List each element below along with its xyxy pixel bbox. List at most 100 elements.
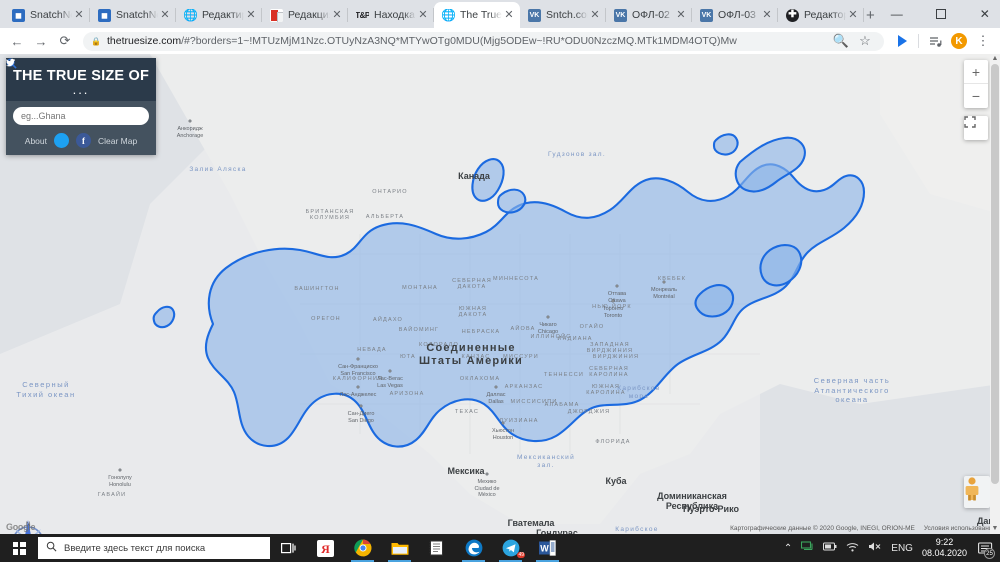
reload-button[interactable]: ⟳	[54, 30, 76, 52]
tab-close-icon[interactable]: ✕	[330, 8, 344, 22]
task-view-icon[interactable]	[270, 534, 307, 562]
tab-close-icon[interactable]: ✕	[158, 8, 172, 22]
browser-tab[interactable]: 🌐 Редактир ✕	[176, 2, 262, 28]
bookmark-star-icon[interactable]: ☆	[854, 32, 876, 51]
browser-tab[interactable]: VK Sntch.com ✕	[520, 2, 606, 28]
back-button[interactable]: ←	[6, 30, 28, 52]
map-canvas[interactable]: N Северный Тихий океан Северная часть Атл…	[0, 54, 1000, 534]
vk-icon: VK	[700, 8, 713, 22]
tab-title: SnatchNe	[30, 9, 72, 21]
tab-title: SnatchNe	[116, 9, 158, 21]
yandex-browser-icon[interactable]: Я	[307, 534, 344, 562]
tab-title: Находка	[374, 9, 415, 21]
taskbar-clock[interactable]: 9:22 08.04.2020	[922, 537, 967, 559]
notification-count: 25	[984, 548, 995, 559]
zoom-out-button[interactable]: −	[964, 84, 988, 108]
widget-search-area	[6, 58, 156, 131]
notepad-icon[interactable]	[418, 534, 455, 562]
city-dot	[118, 468, 122, 472]
file-explorer-icon[interactable]	[381, 534, 418, 562]
twitter-icon[interactable]	[6, 58, 69, 148]
tab-close-icon[interactable]: ✕	[760, 8, 774, 22]
widget-ellipsis: ...	[72, 82, 90, 97]
address-bar[interactable]: 🔒 thetruesize.com/#?borders=1~!MTUzMjM1N…	[83, 31, 884, 51]
tab-close-icon[interactable]: ✕	[846, 8, 860, 22]
wifi-icon[interactable]	[846, 542, 859, 555]
tab-close-icon[interactable]: ✕	[72, 8, 86, 22]
browser-tab-active[interactable]: 🌐 The True ✕	[434, 2, 520, 28]
scroll-down-arrow[interactable]: ▼	[990, 524, 1000, 534]
tab-close-icon[interactable]: ✕	[674, 8, 688, 22]
microsoft-edge-icon[interactable]	[455, 534, 492, 562]
tnp-icon: T&P	[356, 10, 369, 20]
volume-muted-icon[interactable]	[868, 541, 882, 555]
tab-close-icon[interactable]: ✕	[502, 8, 516, 22]
browser-tab[interactable]: ◼ SnatchNe ✕	[90, 2, 176, 28]
browser-tab[interactable]: T&P Находка ✕	[348, 2, 434, 28]
street-view-pegman-icon[interactable]	[964, 476, 990, 508]
zoom-in-button[interactable]: +	[964, 60, 988, 84]
language-indicator[interactable]: ENG	[891, 543, 913, 554]
browser-tab[interactable]: VK ОФЛ-02 ✕	[606, 2, 692, 28]
play-icon[interactable]	[891, 30, 913, 52]
page-scrollbar[interactable]: ▲ ▼	[990, 54, 1000, 534]
telegram-badge: 49	[517, 552, 525, 558]
browser-window: ◼ SnatchNe ✕ ◼ SnatchNe ✕ 🌐 Редактир ✕ Р…	[0, 0, 1000, 534]
scroll-up-arrow[interactable]: ▲	[990, 54, 1000, 64]
country-search-field[interactable]	[6, 58, 149, 125]
new-tab-button[interactable]: +	[866, 2, 875, 28]
forward-button[interactable]: →	[30, 30, 52, 52]
facebook-icon[interactable]: f	[76, 133, 91, 148]
reading-list-icon[interactable]	[924, 30, 946, 52]
navigation-toolbar: ← → ⟳ 🔒 thetruesize.com/#?borders=1~!MTU…	[0, 28, 1000, 54]
tab-close-icon[interactable]: ✕	[588, 8, 602, 22]
tray-chevron-up-icon[interactable]: ⌃	[784, 543, 792, 554]
system-tray: ⌃ ENG 9:22 08.04.2020 25	[784, 537, 1000, 559]
fullscreen-button[interactable]	[964, 116, 988, 140]
windows-start-icon[interactable]	[0, 534, 38, 562]
clear-map-link[interactable]: Clear Map	[98, 136, 137, 146]
taskbar-app-icons: Я 49 W	[307, 534, 566, 562]
about-link[interactable]: About	[25, 136, 47, 146]
telegram-icon[interactable]: 49	[492, 534, 529, 562]
svg-text:W: W	[540, 544, 549, 554]
vk-icon: VK	[528, 8, 541, 22]
google-chrome-icon[interactable]	[344, 534, 381, 562]
city-dot	[188, 119, 192, 123]
avatar-initial: K	[951, 33, 967, 49]
svg-text:Я: Я	[321, 542, 330, 556]
network-icon[interactable]	[801, 541, 814, 555]
maximize-button[interactable]	[919, 0, 963, 28]
notification-center-icon[interactable]: 25	[976, 539, 995, 559]
tab-close-icon[interactable]: ✕	[416, 8, 430, 22]
scrollbar-thumb[interactable]	[991, 64, 999, 484]
browser-tab[interactable]: VK ОФЛ-03 ✕	[692, 2, 778, 28]
city-dot	[356, 357, 360, 361]
attribution-text: Картографические данные © 2020 Google, I…	[730, 525, 915, 532]
search-icon[interactable]: 🔍	[830, 32, 852, 51]
battery-icon[interactable]	[823, 542, 837, 554]
snatch-icon: ◼	[98, 8, 111, 22]
globe-icon: 🌐	[442, 8, 455, 22]
close-button[interactable]: ✕	[963, 0, 1000, 28]
city-dot	[662, 280, 666, 284]
minimize-button[interactable]: —	[875, 0, 919, 28]
browser-tab[interactable]: ✚ Редактор ✕	[778, 2, 864, 28]
microsoft-word-icon[interactable]: W	[529, 534, 566, 562]
terms-link[interactable]: Условия использования	[924, 525, 996, 532]
clock-date: 08.04.2020	[921, 548, 967, 558]
three-dot-menu-icon[interactable]: ⋮	[972, 30, 994, 52]
city-dot	[359, 404, 363, 408]
search-icon	[46, 541, 57, 555]
widget-footer: About f Clear Map	[6, 58, 156, 155]
tab-title: ОФЛ-02	[632, 9, 670, 21]
profile-avatar[interactable]: K	[948, 30, 970, 52]
globe-icon: 🌐	[184, 8, 197, 22]
tab-close-icon[interactable]: ✕	[244, 8, 258, 22]
map-zoom-controls: + −	[964, 60, 988, 108]
map-attribution: Картографические данные © 2020 Google, I…	[730, 525, 996, 532]
country-search-input[interactable]	[21, 111, 141, 121]
browser-tab[interactable]: ◼ SnatchNe ✕	[4, 2, 90, 28]
browser-tab[interactable]: Редакция ✕	[262, 2, 348, 28]
taskbar-search-box[interactable]: Введите здесь текст для поиска	[38, 537, 270, 559]
